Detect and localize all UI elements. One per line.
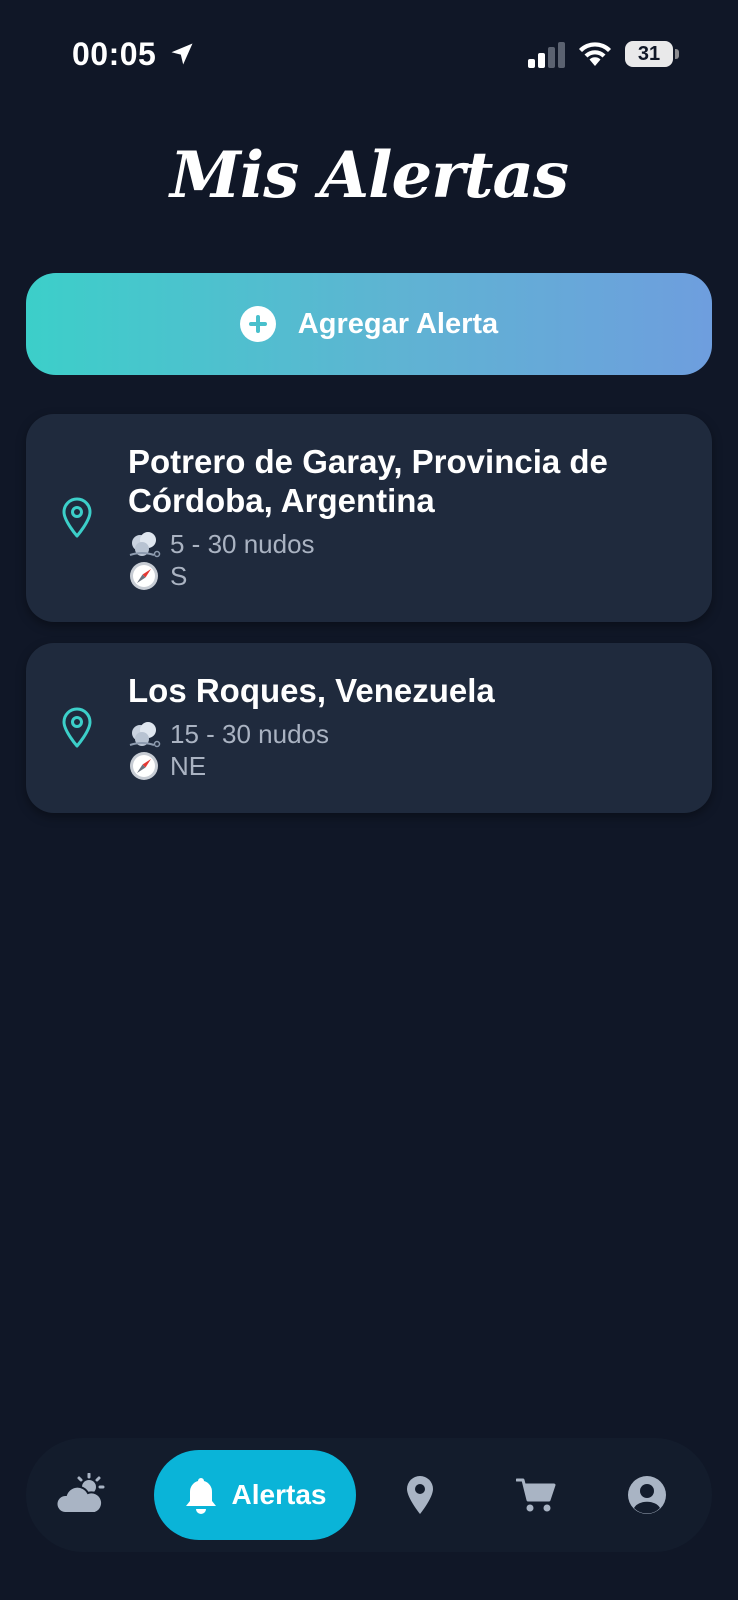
weather-icon xyxy=(57,1473,105,1514)
battery-cap xyxy=(675,49,679,59)
alert-card-body: Potrero de Garay, Provincia de Córdoba, … xyxy=(128,442,682,592)
direction-text: S xyxy=(170,561,188,591)
wind-icon xyxy=(129,722,161,748)
wind-range-row: 15 - 30 nudos xyxy=(128,718,682,750)
location-pin-icon xyxy=(62,707,92,748)
compass-icon xyxy=(130,562,158,590)
bell-icon xyxy=(185,1478,216,1514)
wifi-icon xyxy=(579,42,611,66)
cellular-signal-icon xyxy=(528,42,565,68)
wind-range-text: 5 - 30 nudos xyxy=(170,529,315,559)
bottom-nav: Alertas xyxy=(26,1438,712,1552)
alert-location: Potrero de Garay, Provincia de Córdoba, … xyxy=(128,443,608,519)
nav-alerts[interactable]: Alertas xyxy=(154,1450,356,1540)
status-bar: 00:05 31 xyxy=(0,0,738,110)
nav-profile[interactable] xyxy=(626,1438,668,1552)
location-arrow-icon xyxy=(171,43,193,65)
status-time: 00:05 xyxy=(72,36,157,72)
nav-alerts-label: Alertas xyxy=(231,1479,327,1510)
plus-circle-icon xyxy=(239,306,276,342)
direction-text: NE xyxy=(170,751,207,781)
direction-row: S xyxy=(128,560,682,592)
nav-weather[interactable] xyxy=(54,1438,110,1552)
wind-icon xyxy=(129,532,161,558)
wind-range-text: 15 - 30 nudos xyxy=(170,719,330,749)
alerts-screen: 00:05 31 Mis Alertas Agregar Alerta Potr… xyxy=(0,0,738,1600)
alert-card[interactable]: Los Roques, Venezuela 15 - 30 nudos NE xyxy=(26,643,712,813)
battery-indicator: 31 xyxy=(625,41,673,67)
page-title: Mis Alertas xyxy=(170,138,569,213)
add-alert-button[interactable]: Agregar Alerta xyxy=(26,273,712,375)
cart-icon xyxy=(516,1478,556,1512)
nav-map[interactable] xyxy=(400,1438,440,1552)
alert-card-body: Los Roques, Venezuela 15 - 30 nudos NE xyxy=(128,671,682,782)
compass-icon xyxy=(130,752,158,780)
add-alert-label: Agregar Alerta xyxy=(297,307,499,340)
profile-icon xyxy=(628,1476,666,1514)
wind-range-row: 5 - 30 nudos xyxy=(128,528,682,560)
direction-row: NE xyxy=(128,750,682,782)
location-pin-icon xyxy=(62,497,92,538)
alert-card[interactable]: Potrero de Garay, Provincia de Córdoba, … xyxy=(26,414,712,622)
nav-shop[interactable] xyxy=(514,1438,558,1552)
alert-location: Los Roques, Venezuela xyxy=(128,672,495,709)
map-pin-icon xyxy=(407,1476,433,1514)
